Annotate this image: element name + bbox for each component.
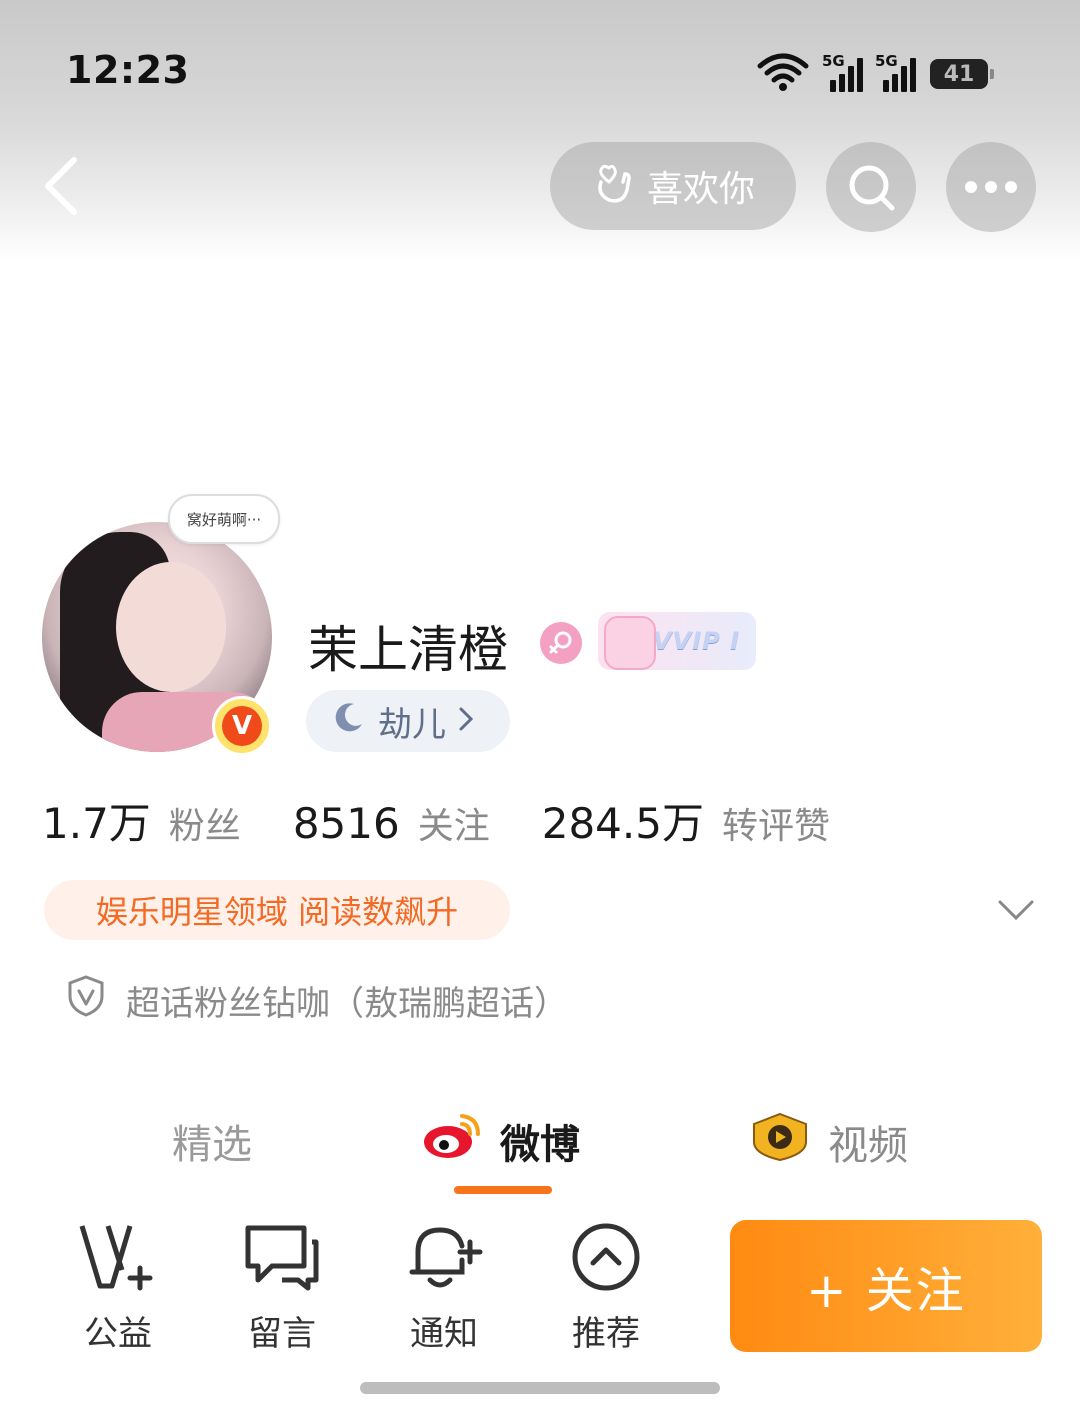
vip-bag-icon [604,616,656,670]
tab-featured[interactable]: 精选 [172,1112,252,1170]
signal-icon-2: 5G [875,52,916,92]
search-button[interactable] [826,142,916,232]
bell-plus-icon [404,1222,484,1296]
stat-following[interactable]: 8516 关注 [293,797,490,849]
wifi-icon [756,52,810,96]
signal-icon-1: 5G [822,52,863,92]
video-badge-icon [750,1112,810,1172]
chevron-right-icon [458,701,474,741]
tab-weibo[interactable]: 微博 [422,1112,580,1170]
profile-tag[interactable]: 劫儿 [306,690,510,752]
stat-interactions[interactable]: 284.5万 转评赞 [542,790,830,851]
charity-v-icon [78,1222,158,1296]
moon-icon [332,700,366,743]
battery-icon: 41 [930,59,994,89]
stat-followers[interactable]: 1.7万 粉丝 [42,790,241,851]
status-icons: 5G 5G 41 [756,52,994,96]
like-you-button[interactable]: 喜欢你 [550,142,796,230]
chevron-down-icon[interactable] [996,892,1036,928]
search-icon [849,165,895,211]
active-tab-indicator [454,1186,552,1194]
notify-button[interactable]: 通知 [384,1222,504,1355]
header-background [0,0,1080,260]
profile-name: 茉上清橙 [308,621,508,679]
recommend-button[interactable]: 推荐 [546,1222,666,1355]
chevron-left-icon [45,157,77,215]
profile-tag-label: 劫儿 [378,704,446,745]
verified-badge-icon: V [212,696,272,756]
profile-stats: 1.7万 粉丝 8516 关注 284.5万 转评赞 [42,790,882,851]
fan-title-label: 超话粉丝钻咖（敖瑞鹏超话） [126,984,568,1024]
fan-title-row[interactable]: 超话粉丝钻咖（敖瑞鹏超话） [66,974,568,1027]
vvip-badge[interactable]: VVIP Ⅰ [598,612,756,670]
female-icon [540,622,582,664]
tab-video[interactable]: 视频 [750,1112,908,1172]
message-button[interactable]: 留言 [222,1222,342,1355]
like-you-label: 喜欢你 [646,169,755,210]
chat-icon [242,1222,322,1296]
follow-button[interactable]: + 关注 [730,1220,1042,1352]
avatar-bubble: 窝好萌啊··· [168,494,280,544]
more-button[interactable] [946,142,1036,232]
weibo-logo-icon [422,1112,482,1170]
hot-topic-tag[interactable]: 娱乐明星领域 阅读数飙升 [44,880,510,940]
charity-button[interactable]: 公益 [58,1222,178,1355]
finger-heart-icon [591,160,635,213]
more-icon [965,181,1017,193]
back-button[interactable] [36,150,96,222]
chevron-up-circle-icon [566,1222,646,1296]
shield-icon [66,974,106,1027]
status-time: 12:23 [66,48,190,92]
home-indicator[interactable] [360,1382,720,1394]
